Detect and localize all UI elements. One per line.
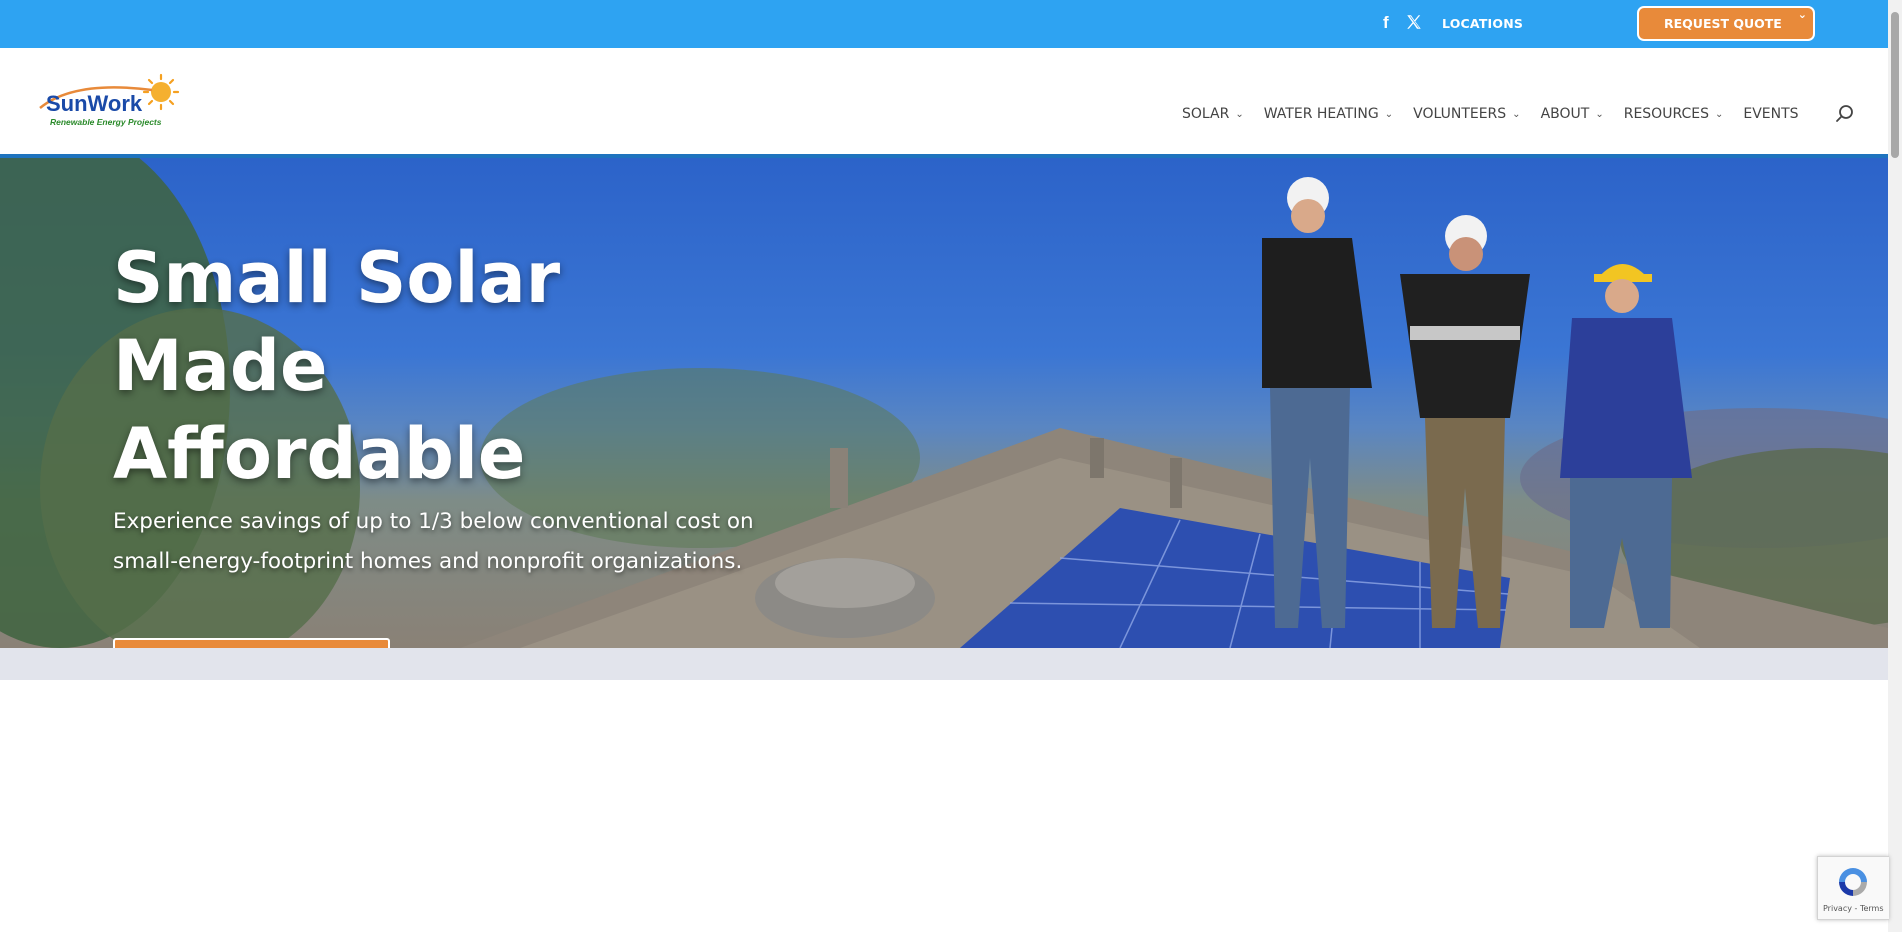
nav-about-label: ABOUT [1540, 106, 1590, 122]
hero-cta-button[interactable] [113, 638, 390, 648]
nav-solar[interactable]: SOLAR ⌄ [1182, 106, 1244, 122]
nav-solar-label: SOLAR [1182, 106, 1230, 122]
chevron-down-icon: ⌄ [1797, 8, 1807, 21]
request-quote-label: REQUEST QUOTE [1664, 16, 1782, 31]
svg-text:SunWork: SunWork [46, 91, 143, 116]
hero-title-line: Made [113, 325, 328, 407]
chevron-down-icon: ⌄ [1595, 108, 1604, 120]
nav-about[interactable]: ABOUT ⌄ [1541, 106, 1604, 122]
chevron-down-icon: ⌄ [1384, 108, 1394, 120]
nav-volunteers[interactable]: VOLUNTEERS ⌄ [1413, 106, 1520, 122]
chevron-down-icon: ⌄ [1235, 108, 1244, 120]
section-divider-band [0, 648, 1888, 680]
hero-subtitle: Experience savings of up to 1/3 below co… [113, 509, 754, 574]
page-scrollbar[interactable] [1888, 0, 1902, 932]
nav-events[interactable]: EVENTS [1743, 106, 1798, 122]
recaptcha-icon [1839, 868, 1867, 896]
recaptcha-links[interactable]: Privacy - Terms [1823, 904, 1884, 913]
sunwork-logo[interactable]: SunWork Renewable Energy Projects [34, 72, 184, 132]
nav-resources-label: RESOURCES [1623, 106, 1709, 122]
scrollbar-thumb[interactable] [1891, 12, 1899, 158]
nav-events-label: EVENTS [1743, 106, 1799, 122]
sun-icon [142, 73, 180, 111]
main-header: SunWork Renewable Energy Projects SOLAR … [0, 48, 1888, 158]
hero-title: Small Solar Made Affordable [113, 234, 560, 498]
hero-title-line: Affordable [113, 413, 526, 495]
hero-title-line: Small Solar [113, 237, 561, 319]
search-icon[interactable] [1835, 104, 1855, 124]
x-twitter-icon[interactable] [1405, 13, 1423, 31]
request-quote-button[interactable]: REQUEST QUOTE ⌄ [1637, 6, 1815, 41]
svg-text:Renewable Energy Projects: Renewable Energy Projects [50, 117, 162, 127]
nav-water-heating[interactable]: WATER HEATING ⌄ [1264, 106, 1393, 122]
nav-resources[interactable]: RESOURCES ⌄ [1624, 106, 1724, 122]
locations-link[interactable]: LOCATIONS [1442, 16, 1523, 31]
hero-banner: Small Solar Made Affordable Experience s… [0, 158, 1888, 648]
top-bar: f LOCATIONS REQUEST QUOTE ⌄ [0, 0, 1888, 48]
chevron-down-icon: ⌄ [1512, 108, 1521, 120]
nav-volunteers-label: VOLUNTEERS [1413, 106, 1507, 122]
nav-water-heating-label: WATER HEATING [1263, 106, 1379, 122]
chevron-down-icon: ⌄ [1714, 108, 1724, 120]
facebook-icon[interactable]: f [1383, 13, 1389, 33]
recaptcha-badge[interactable]: Privacy - Terms [1817, 856, 1889, 920]
main-nav: SOLAR ⌄ WATER HEATING ⌄ VOLUNTEERS ⌄ ABO… [1182, 106, 1819, 122]
